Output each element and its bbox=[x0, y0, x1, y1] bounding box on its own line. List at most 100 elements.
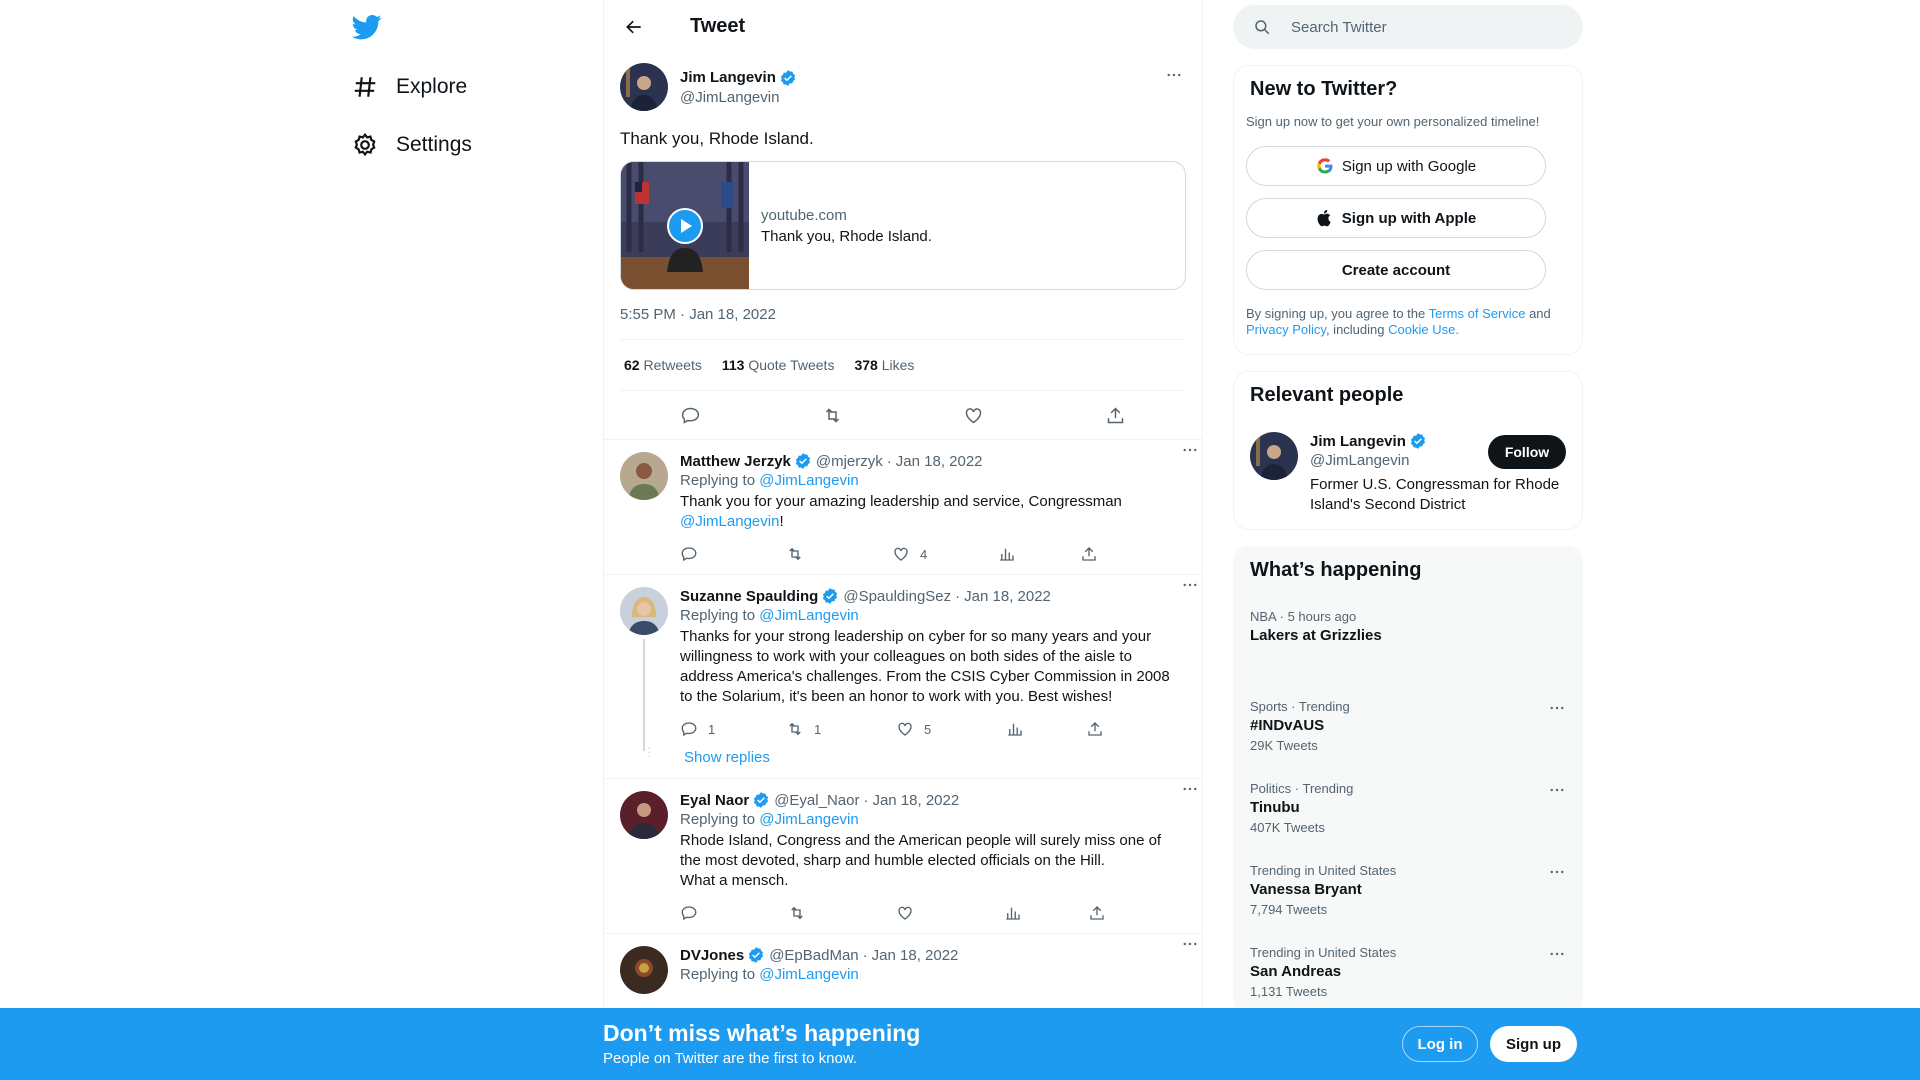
views-button[interactable] bbox=[998, 545, 1080, 563]
more-options-icon[interactable] bbox=[1178, 575, 1202, 595]
follow-button[interactable]: Follow bbox=[1488, 435, 1566, 469]
author-name[interactable]: DVJones bbox=[680, 947, 744, 964]
quotes-stat[interactable]: 113 Quote Tweets bbox=[722, 357, 835, 373]
author-handle[interactable]: @SpauldingSez bbox=[843, 588, 951, 605]
retweet-button[interactable]: 1 bbox=[786, 720, 896, 738]
trend-category: Sports · Trending bbox=[1250, 699, 1350, 714]
author-name[interactable]: Jim Langevin bbox=[680, 69, 776, 86]
retweet-button[interactable] bbox=[786, 545, 892, 563]
retweets-stat[interactable]: 62 Retweets bbox=[624, 357, 702, 373]
author-name[interactable]: Suzanne Spaulding bbox=[680, 588, 818, 605]
views-button[interactable] bbox=[1006, 720, 1086, 738]
mention-link[interactable]: @JimLangevin bbox=[759, 811, 858, 828]
avatar[interactable] bbox=[620, 946, 668, 994]
more-options-icon[interactable] bbox=[1548, 781, 1566, 799]
verified-badge-icon bbox=[794, 452, 812, 470]
signup-button[interactable]: Sign up bbox=[1490, 1026, 1577, 1062]
signup-apple-button[interactable]: Sign up with Apple bbox=[1246, 198, 1546, 238]
reply-tweet[interactable]: Matthew Jerzyk @mjerzyk · Jan 18, 2022 R… bbox=[604, 439, 1202, 574]
reply-date[interactable]: Jan 18, 2022 bbox=[872, 792, 959, 809]
reply-icon[interactable] bbox=[680, 405, 701, 426]
reply-date[interactable]: Jan 18, 2022 bbox=[896, 453, 983, 470]
more-options-icon[interactable] bbox=[1178, 440, 1202, 460]
search-bar[interactable] bbox=[1233, 5, 1583, 49]
trend-title: Vanessa Bryant bbox=[1250, 881, 1362, 898]
tweet-timestamp[interactable]: 5:55 PM · Jan 18, 2022 bbox=[620, 306, 1186, 340]
like-count: 4 bbox=[920, 546, 928, 562]
author-handle[interactable]: @EpBadMan bbox=[769, 947, 858, 964]
arrow-left-icon[interactable] bbox=[620, 13, 648, 41]
mention-link[interactable]: @JimLangevin bbox=[759, 966, 858, 983]
nav-item-settings[interactable]: Settings bbox=[352, 125, 472, 165]
video-thumbnail[interactable] bbox=[621, 162, 749, 289]
legal-text: By signing up, you agree to the Terms of… bbox=[1246, 306, 1576, 338]
like-button[interactable]: 4 bbox=[892, 545, 998, 563]
trend-title: Lakers at Grizzlies bbox=[1250, 627, 1382, 644]
apple-button-label: Sign up with Apple bbox=[1341, 209, 1477, 227]
reply-tweet[interactable]: DVJones @EpBadMan · Jan 18, 2022 Replyin… bbox=[604, 933, 1202, 994]
avatar[interactable] bbox=[620, 791, 668, 839]
reply-button[interactable] bbox=[680, 545, 786, 563]
trend-item[interactable]: Trending in United States San Andreas 1,… bbox=[1250, 945, 1566, 999]
author-handle[interactable]: @mjerzyk bbox=[816, 453, 883, 470]
trend-item[interactable]: Politics · Trending Tinubu 407K Tweets bbox=[1250, 781, 1566, 835]
avatar[interactable] bbox=[620, 587, 668, 635]
retweet-icon[interactable] bbox=[822, 405, 843, 426]
verified-badge-icon bbox=[747, 946, 765, 964]
reply-tweet[interactable]: Eyal Naor @Eyal_Naor · Jan 18, 2022 Repl… bbox=[604, 778, 1202, 933]
mention-link[interactable]: @JimLangevin bbox=[680, 513, 779, 530]
create-account-button[interactable]: Create account bbox=[1246, 250, 1546, 290]
mention-link[interactable]: @JimLangevin bbox=[759, 607, 858, 624]
avatar[interactable] bbox=[1250, 432, 1298, 480]
heart-icon[interactable] bbox=[963, 405, 984, 426]
trend-item[interactable]: Trending in United States Vanessa Bryant… bbox=[1250, 863, 1566, 917]
show-replies-label[interactable]: Show replies bbox=[684, 749, 770, 766]
twitter-bird-icon[interactable] bbox=[352, 12, 382, 42]
likes-stat[interactable]: 378 Likes bbox=[854, 357, 914, 373]
nav-item-explore[interactable]: Explore bbox=[352, 67, 467, 107]
retweet-button[interactable] bbox=[788, 904, 896, 922]
share-icon[interactable] bbox=[1105, 405, 1126, 426]
apple-icon bbox=[1316, 209, 1342, 227]
reply-button[interactable] bbox=[680, 904, 788, 922]
reply-date[interactable]: Jan 18, 2022 bbox=[872, 947, 959, 964]
share-button[interactable] bbox=[1088, 904, 1106, 922]
share-button[interactable] bbox=[1086, 720, 1104, 738]
author-name[interactable]: Eyal Naor bbox=[680, 792, 749, 809]
trend-item[interactable]: NBA · 5 hours ago Lakers at Grizzlies bbox=[1250, 609, 1566, 644]
more-options-icon[interactable] bbox=[1548, 863, 1566, 881]
more-options-icon[interactable] bbox=[1178, 934, 1202, 954]
like-button[interactable]: 5 bbox=[896, 720, 1006, 738]
more-options-icon[interactable] bbox=[1178, 779, 1202, 799]
like-button[interactable] bbox=[896, 904, 1004, 922]
share-button[interactable] bbox=[1080, 545, 1098, 563]
signup-google-button[interactable]: Sign up with Google bbox=[1246, 146, 1546, 186]
reply-tweet[interactable]: Suzanne Spaulding @SpauldingSez · Jan 18… bbox=[604, 574, 1202, 751]
avatar[interactable] bbox=[620, 63, 668, 111]
person-name[interactable]: Jim Langevin bbox=[1310, 433, 1406, 450]
show-replies-link[interactable]: ⋮ Show replies bbox=[604, 746, 1202, 778]
avatar[interactable] bbox=[620, 452, 668, 500]
mention-link[interactable]: @JimLangevin bbox=[759, 472, 858, 489]
author-handle[interactable]: @Eyal_Naor bbox=[774, 792, 859, 809]
play-icon[interactable] bbox=[667, 208, 703, 244]
more-options-icon[interactable] bbox=[1162, 65, 1186, 85]
views-button[interactable] bbox=[1004, 904, 1088, 922]
privacy-link[interactable]: Privacy Policy bbox=[1246, 322, 1326, 337]
reply-date[interactable]: Jan 18, 2022 bbox=[964, 588, 1051, 605]
likes-label: Likes bbox=[881, 357, 915, 373]
trend-title: #INDvAUS bbox=[1250, 717, 1325, 734]
author-name[interactable]: Matthew Jerzyk bbox=[680, 453, 791, 470]
heart-icon bbox=[896, 720, 914, 738]
trend-item[interactable]: Sports · Trending #INDvAUS 29K Tweets bbox=[1250, 699, 1566, 753]
more-options-icon[interactable] bbox=[1548, 945, 1566, 963]
reply-button[interactable]: 1 bbox=[680, 720, 786, 738]
login-button[interactable]: Log in bbox=[1402, 1026, 1478, 1062]
more-options-icon[interactable] bbox=[1548, 699, 1566, 717]
search-input[interactable] bbox=[1291, 18, 1551, 36]
link-card[interactable]: youtube.com Thank you, Rhode Island. bbox=[620, 161, 1186, 290]
cookie-link[interactable]: Cookie Use. bbox=[1388, 322, 1459, 337]
terms-link[interactable]: Terms of Service bbox=[1429, 306, 1526, 321]
author-handle[interactable]: @JimLangevin bbox=[680, 89, 797, 106]
bar-chart-icon bbox=[1006, 720, 1024, 738]
